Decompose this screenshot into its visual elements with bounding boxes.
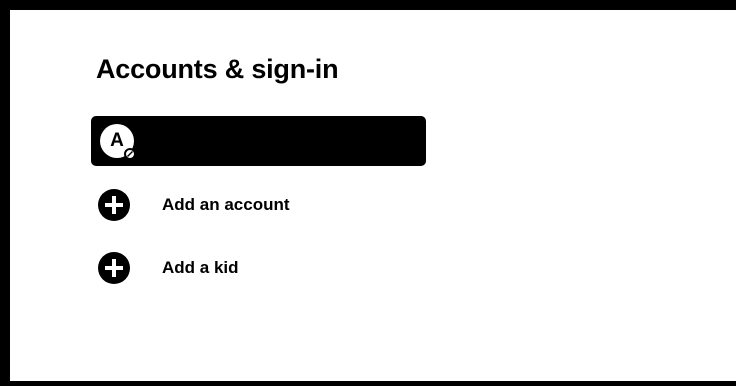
add-account-button[interactable]: Add an account: [96, 189, 396, 221]
plus-circle-icon: [98, 189, 130, 221]
add-kid-label: Add a kid: [162, 258, 239, 277]
screen-frame: Accounts & sign-in A Add an account Add …: [0, 0, 736, 386]
avatar-badge-icon: [124, 148, 136, 160]
page-title: Accounts & sign-in: [96, 54, 339, 84]
add-kid-button[interactable]: Add a kid: [96, 252, 396, 284]
account-row-selected[interactable]: A: [91, 116, 426, 166]
avatar: A: [100, 124, 136, 160]
add-account-label: Add an account: [162, 195, 290, 214]
plus-circle-icon: [98, 252, 130, 284]
